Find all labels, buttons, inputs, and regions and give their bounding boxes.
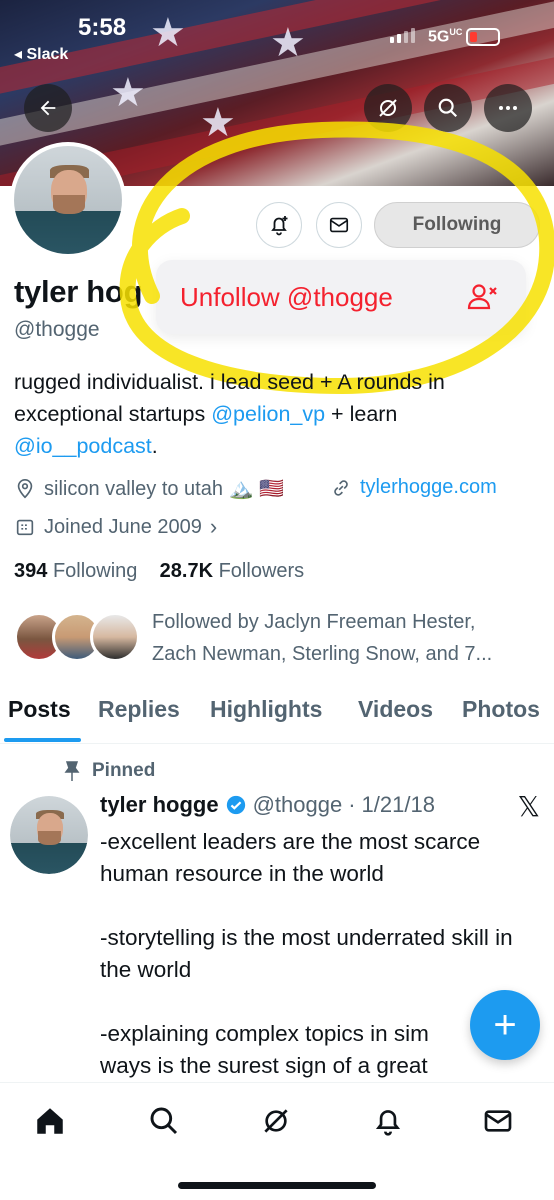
tab-photos[interactable]: Photos	[462, 696, 540, 723]
post-separator: ·	[348, 792, 356, 817]
nav-search[interactable]	[144, 1101, 184, 1141]
more-button[interactable]	[484, 84, 532, 132]
tab-replies[interactable]: Replies	[98, 696, 180, 723]
mail-icon	[329, 217, 349, 233]
followed-by-text: Followed by Jaclyn Freeman Hester, Zach …	[152, 611, 493, 665]
verified-badge-icon	[226, 795, 245, 815]
unfollow-menu[interactable]: Unfollow @thogge	[156, 260, 526, 334]
link-icon	[334, 479, 348, 496]
grok-icon	[264, 1109, 288, 1133]
profile-website[interactable]: tylerhogge.com	[330, 476, 497, 499]
search-icon	[438, 98, 458, 118]
more-icon	[499, 106, 517, 110]
tab-posts[interactable]: Posts	[8, 696, 71, 723]
messages-icon	[484, 1110, 512, 1132]
back-to-app-link[interactable]: ◂ Slack	[14, 44, 68, 64]
pin-icon	[64, 761, 80, 781]
nav-messages[interactable]	[478, 1101, 518, 1141]
back-arrow-icon	[40, 100, 56, 116]
followers-count-link[interactable]: 28.7K Followers	[160, 560, 305, 582]
status-bar: 5:58 ◂ Slack 5GUC	[0, 0, 554, 70]
location-pin-icon	[17, 478, 33, 498]
profile-name: tyler hog	[14, 274, 143, 309]
back-button[interactable]	[24, 84, 72, 132]
status-time: 5:58	[78, 14, 127, 41]
battery-icon	[466, 28, 500, 46]
notify-button[interactable]	[256, 202, 302, 248]
profile-joined: Joined June 2009 ›	[14, 514, 217, 540]
home-indicator	[178, 1182, 376, 1189]
signal-icon	[390, 28, 415, 43]
pinned-label: Pinned	[64, 760, 155, 782]
active-tab-indicator	[4, 738, 81, 742]
profile-location: silicon valley to utah 🏔️ 🇺🇸	[14, 476, 284, 501]
profile-avatar[interactable]	[10, 142, 126, 258]
mention-link[interactable]: @pelion_vp	[211, 402, 325, 426]
mention-link[interactable]: @io__podcast	[14, 434, 152, 458]
calendar-icon	[16, 519, 34, 536]
post-date[interactable]: 1/21/18	[362, 792, 435, 818]
post-author-avatar[interactable]	[10, 796, 88, 874]
post-header: tyler hogge @thogge · 1/21/18 𝕏	[100, 791, 540, 822]
post-author-name[interactable]: tyler hogge	[100, 792, 219, 818]
post-author-handle[interactable]: @thogge	[253, 792, 343, 818]
search-icon	[150, 1107, 178, 1135]
grok-icon	[379, 99, 397, 117]
profile-bio: rugged individualist. i lead seed + A ro…	[14, 370, 445, 458]
unfollow-label[interactable]: Unfollow @thogge	[180, 282, 393, 313]
network-indicator: 5GUC	[428, 27, 463, 46]
compose-button[interactable]: +	[470, 990, 540, 1060]
tab-highlights[interactable]: Highlights	[210, 696, 322, 723]
bell-plus-icon	[271, 216, 288, 236]
nav-grok[interactable]	[256, 1101, 296, 1141]
followed-by-row[interactable]: Followed by Jaclyn Freeman Hester, Zach …	[14, 606, 544, 672]
nav-notifications[interactable]	[368, 1101, 408, 1141]
search-button[interactable]	[424, 84, 472, 132]
profile-handle: @thogge	[14, 318, 100, 341]
person-remove-icon[interactable]	[466, 280, 500, 319]
plus-icon: +	[493, 1002, 517, 1047]
grok-button[interactable]	[364, 84, 412, 132]
follow-counts: 394 Following 28.7K Followers	[14, 560, 304, 583]
nav-home[interactable]	[30, 1101, 70, 1141]
profile-tabs: Posts Replies Highlights Videos Photos	[0, 688, 554, 744]
chevron-right-icon[interactable]: ›	[210, 514, 217, 540]
home-icon	[37, 1108, 63, 1134]
avatar	[90, 612, 140, 662]
following-count-link[interactable]: 394 Following	[14, 560, 137, 582]
following-button[interactable]: Following	[374, 202, 540, 248]
message-button[interactable]	[316, 202, 362, 248]
notifications-icon	[375, 1110, 401, 1136]
x-logo-icon: 𝕏	[517, 791, 540, 822]
tab-videos[interactable]: Videos	[358, 696, 433, 723]
